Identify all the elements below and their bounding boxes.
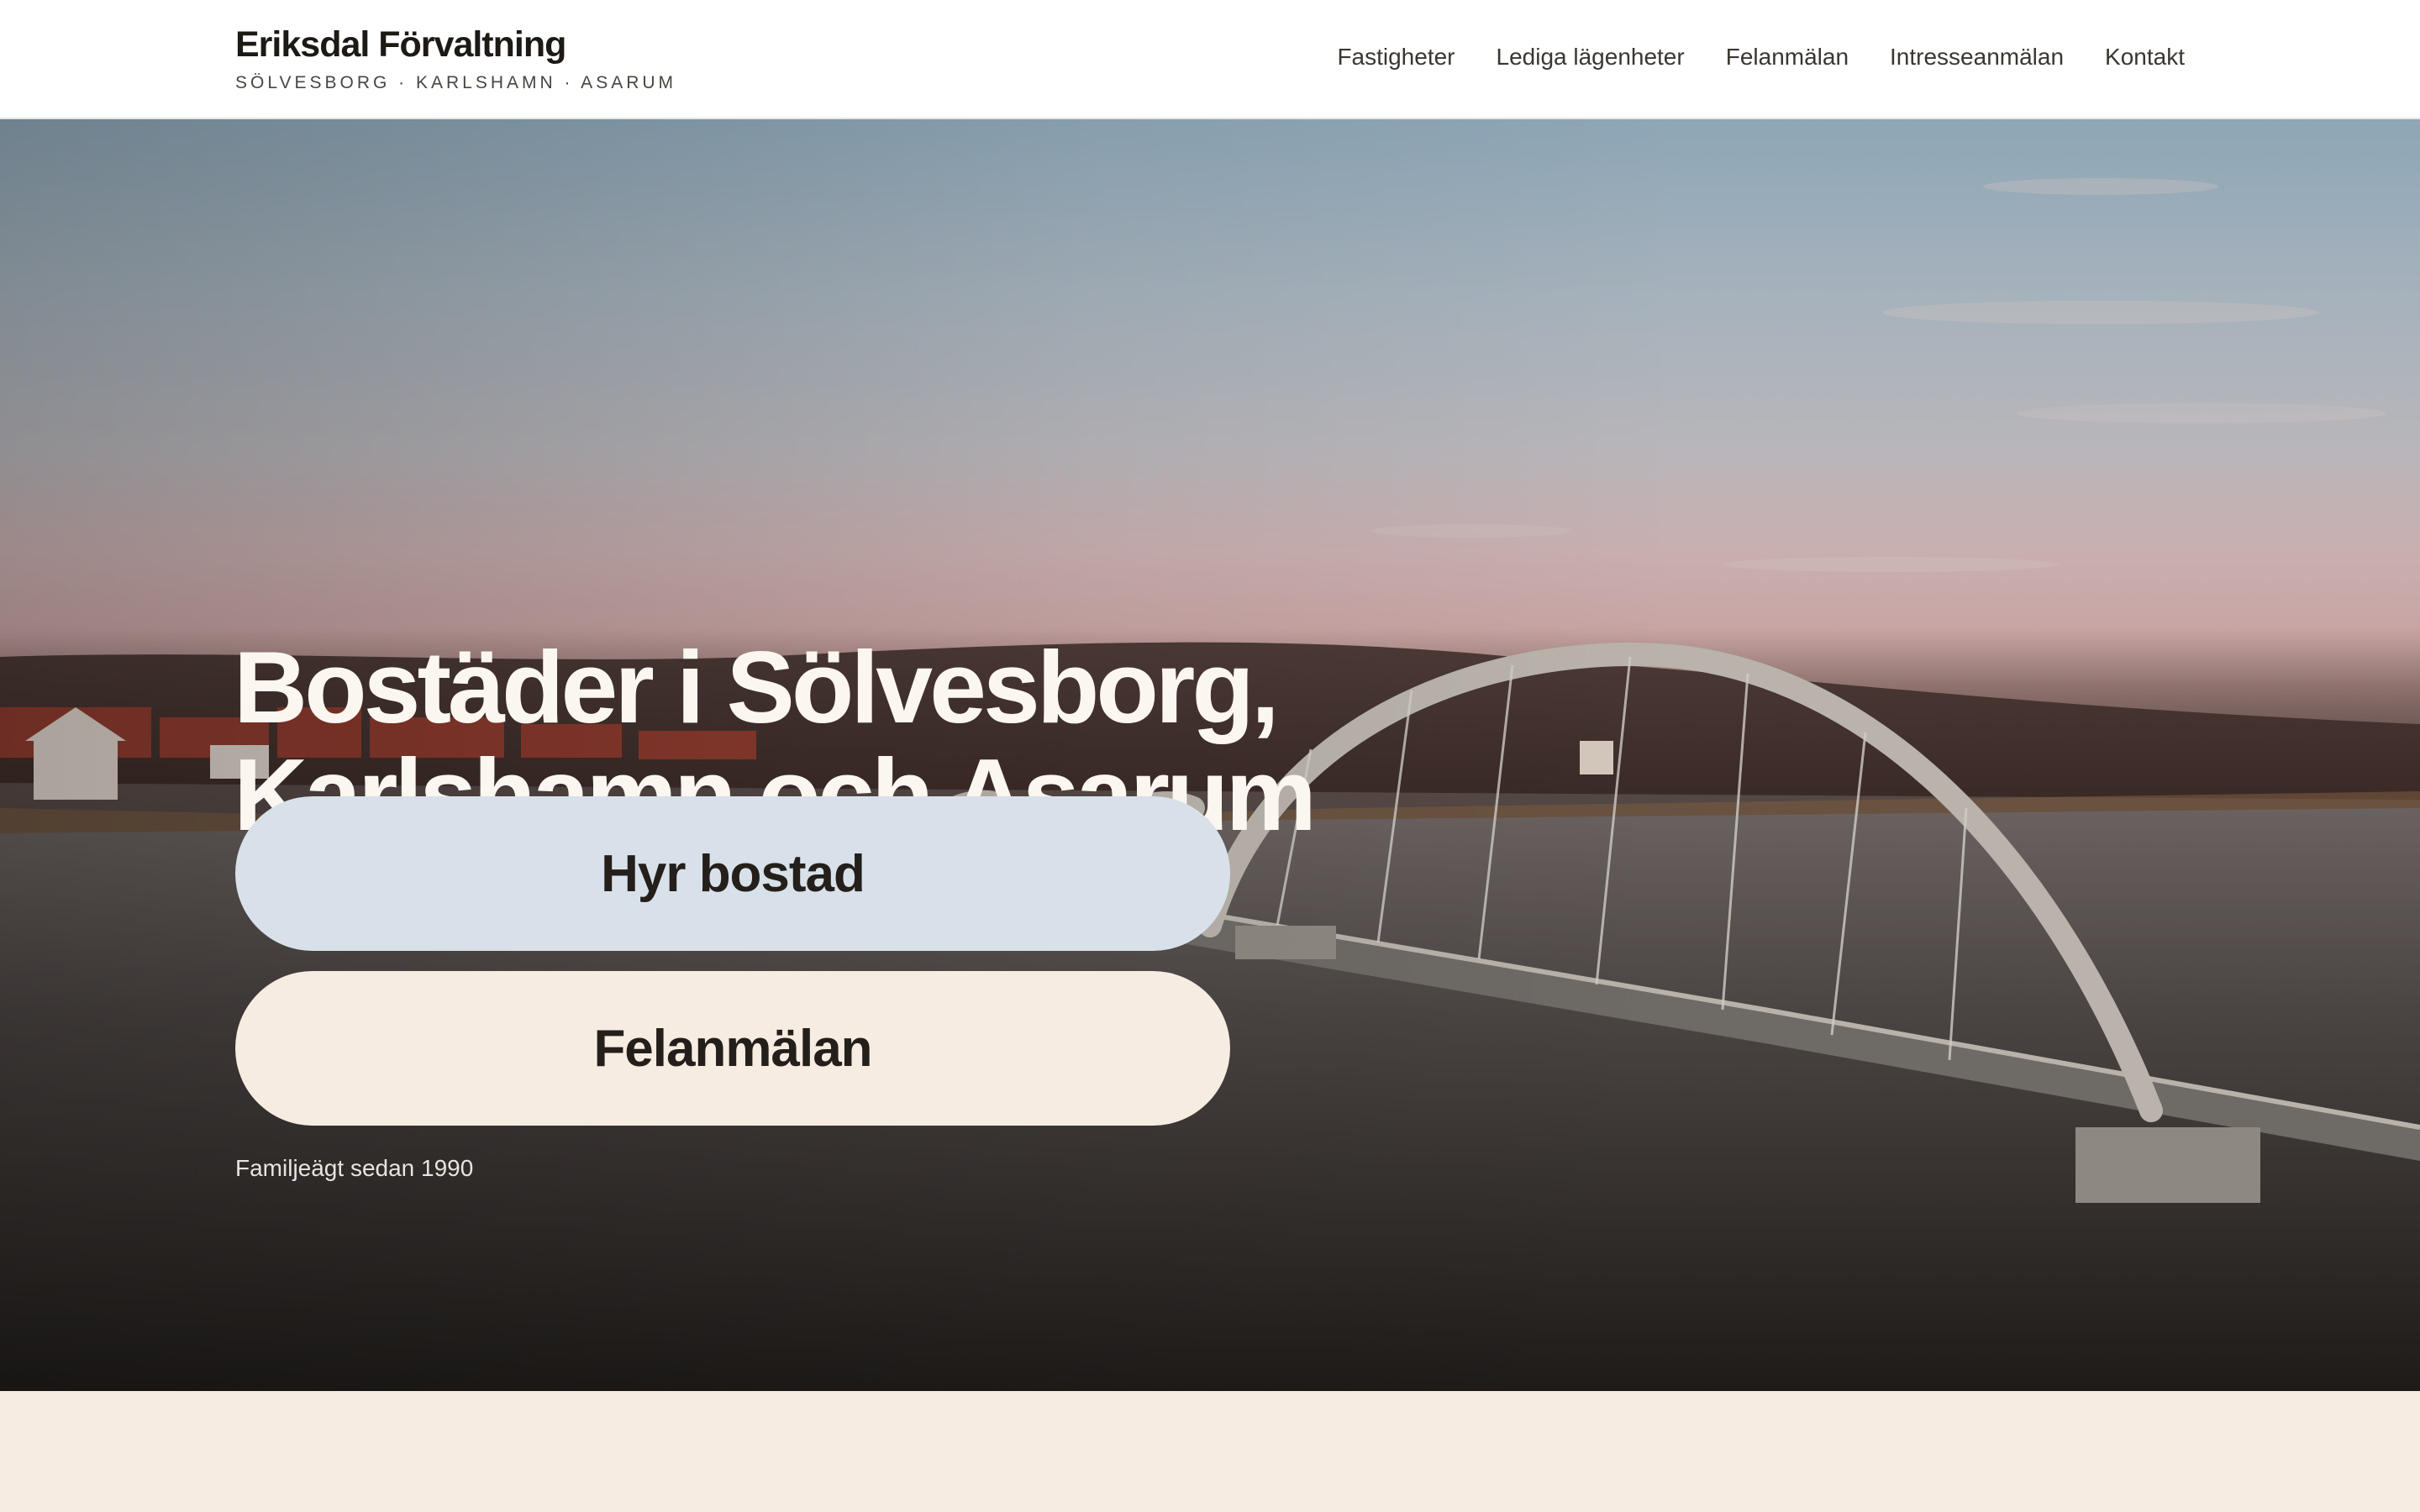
brand-name[interactable]: Eriksdal Förvaltning: [235, 22, 676, 67]
felanmalan-button[interactable]: Felanmälan: [235, 971, 1230, 1126]
family-owned-note: Familjeägt sedan 1990: [235, 1155, 474, 1181]
hyr-bostad-button[interactable]: Hyr bostad: [235, 796, 1230, 951]
main-nav: Fastigheter Lediga lägenheter Felanmälan…: [1337, 39, 2185, 76]
brand-tagline: SÖLVESBORG · KARLSHAMN · ASARUM: [235, 73, 677, 92]
next-section-background: [0, 1391, 2420, 1512]
nav-link-intresseanmalan[interactable]: Intresseanmälan: [1890, 39, 2064, 76]
nav-link-lediga-lagenheter[interactable]: Lediga lägenheter: [1497, 39, 1685, 76]
hero-title-line-1: Bostäder i Sölvesborg,: [234, 630, 1280, 744]
nav-link-felanmalan[interactable]: Felanmälan: [1726, 39, 1849, 76]
nav-link-kontakt[interactable]: Kontakt: [2105, 39, 2185, 76]
site-header: Eriksdal Förvaltning SÖLVESBORG · KARLSH…: [0, 0, 2420, 119]
hero-section: Bostäder i Sölvesborg, Karlshamn och Asa…: [0, 119, 2420, 1391]
brand[interactable]: Eriksdal Förvaltning SÖLVESBORG · KARLSH…: [235, 22, 676, 94]
nav-link-fastigheter[interactable]: Fastigheter: [1337, 39, 1455, 76]
